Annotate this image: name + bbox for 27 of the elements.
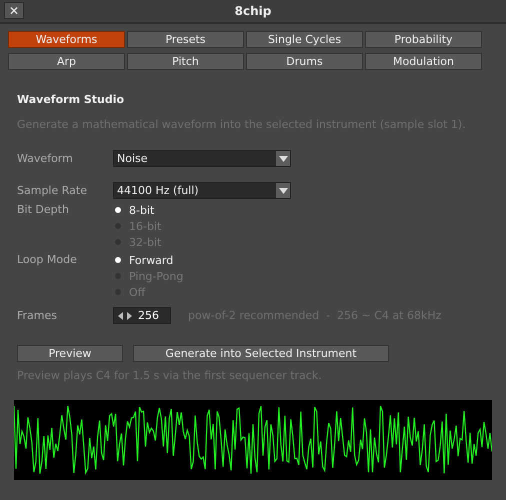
field-label: Frames bbox=[17, 309, 58, 322]
field-label: Sample Rate bbox=[17, 184, 88, 197]
dropdown-arrow-icon bbox=[278, 156, 288, 162]
window-title: 8chip bbox=[234, 4, 272, 18]
dropdown[interactable]: Noise bbox=[113, 150, 291, 167]
dropdown-arrow-icon bbox=[278, 188, 288, 194]
tab[interactable]: Probability bbox=[365, 31, 482, 48]
tab[interactable]: Pitch bbox=[127, 53, 244, 70]
radio-option[interactable]: 8-bit bbox=[113, 203, 162, 217]
tab[interactable]: Modulation bbox=[365, 53, 482, 70]
field-label: Loop Mode bbox=[17, 253, 78, 266]
field-label: Bit Depth bbox=[17, 203, 70, 216]
preview-button[interactable]: Preview bbox=[17, 345, 123, 362]
frames-spinbox[interactable]: 256 bbox=[113, 307, 171, 324]
radio-option[interactable]: Forward bbox=[113, 253, 184, 267]
right-arrow-icon[interactable] bbox=[127, 312, 132, 320]
dropdown[interactable]: 44100 Hz (full) bbox=[113, 182, 291, 199]
tab[interactable]: Single Cycles bbox=[246, 31, 363, 48]
field-label: Waveform bbox=[17, 152, 74, 165]
tab[interactable]: Arp bbox=[8, 53, 125, 70]
tab[interactable]: Drums bbox=[246, 53, 363, 70]
tab[interactable]: Presets bbox=[127, 31, 244, 48]
close-button[interactable]: ✕ bbox=[4, 2, 24, 19]
generate-button[interactable]: Generate into Selected Instrument bbox=[133, 345, 389, 362]
tab[interactable]: Waveforms bbox=[8, 31, 125, 48]
left-arrow-icon[interactable] bbox=[118, 312, 123, 320]
section-heading: Waveform Studio bbox=[17, 93, 126, 108]
